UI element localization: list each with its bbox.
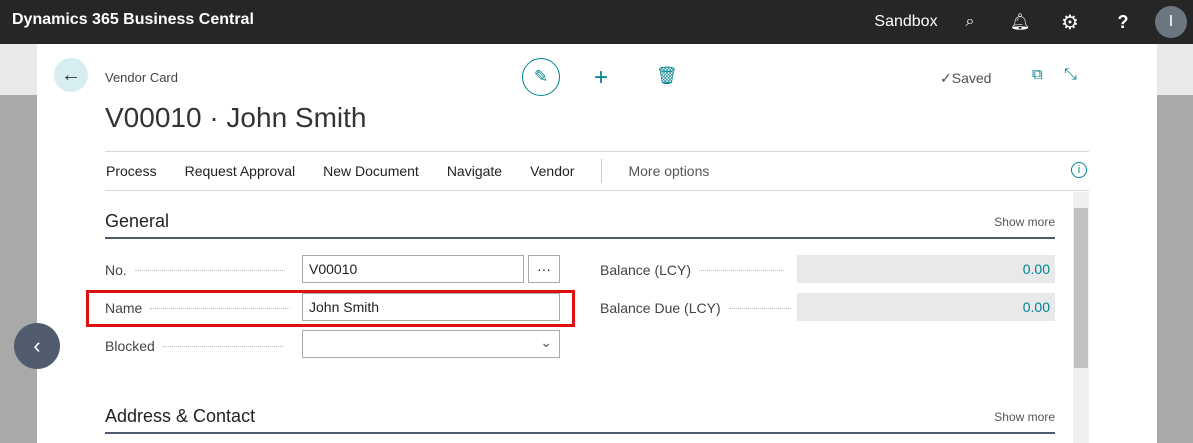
blocked-label: Blocked (105, 338, 283, 354)
breadcrumb: Vendor Card (105, 70, 178, 85)
label-text: Balance (LCY) (600, 262, 692, 278)
highlight-box (86, 290, 575, 327)
balance-due-value[interactable]: 0.00 (797, 293, 1055, 321)
dots (162, 345, 283, 347)
open-new-window-icon[interactable]: ⧉ (1032, 66, 1043, 83)
show-more-link[interactable]: Show more (994, 215, 1055, 229)
label-text: Blocked (105, 338, 155, 354)
dots (134, 269, 285, 271)
chevron-down-icon: ⌄ (540, 334, 552, 350)
vendor-card: ← Vendor Card V00010 · John Smith ✎ + 🗑︎… (37, 44, 1157, 443)
back-arrow-icon[interactable]: ← (54, 58, 88, 92)
app-title[interactable]: Dynamics 365 Business Central (12, 11, 254, 29)
action-navigate[interactable]: Navigate (447, 163, 502, 179)
trash-icon[interactable]: 🗑︎ (656, 66, 678, 86)
info-icon[interactable]: i (1071, 162, 1087, 178)
divider (601, 159, 603, 183)
more-options[interactable]: More options (628, 163, 709, 179)
action-process[interactable]: Process (106, 163, 157, 179)
action-request-approval[interactable]: Request Approval (185, 163, 296, 179)
page-title: V00010 · John Smith (105, 102, 367, 133)
edit-pencil-icon[interactable]: ✎ (522, 58, 560, 96)
assist-edit-button[interactable]: ··· (528, 255, 560, 283)
action-bar: Process Request Approval New Document Na… (105, 151, 1089, 191)
saved-status: ✓Saved (940, 70, 992, 86)
balance-label: Balance (LCY) (600, 262, 785, 278)
balance-due-label: Balance Due (LCY) (600, 300, 791, 316)
search-icon[interactable]: ⌕ (955, 0, 985, 44)
label-text: No. (105, 262, 127, 278)
scrollbar-thumb[interactable] (1074, 208, 1088, 368)
avatar[interactable]: I (1155, 6, 1187, 38)
blocked-select[interactable]: ⌄ (302, 330, 560, 358)
collapse-icon[interactable]: ⤡ (1064, 66, 1077, 84)
bell-icon[interactable]: 🔔︎ (1005, 0, 1035, 44)
dots (728, 307, 791, 309)
environment-label[interactable]: Sandbox (866, 0, 946, 44)
no-input[interactable]: V00010 (302, 255, 524, 283)
top-bar: Dynamics 365 Business Central Sandbox ⌕ … (0, 0, 1193, 44)
label-text: Balance Due (LCY) (600, 300, 721, 316)
show-more-link[interactable]: Show more (994, 410, 1055, 424)
action-vendor[interactable]: Vendor (530, 163, 574, 179)
plus-icon[interactable]: + (594, 64, 608, 92)
gear-icon[interactable]: ⚙ (1055, 0, 1085, 44)
action-new-document[interactable]: New Document (323, 163, 419, 179)
section-title[interactable]: General (105, 211, 169, 232)
balance-value[interactable]: 0.00 (797, 255, 1055, 283)
chevron-left-icon[interactable]: ‹ (14, 323, 60, 369)
no-label: No. (105, 262, 285, 278)
help-icon[interactable]: ? (1108, 0, 1138, 44)
section-title[interactable]: Address & Contact (105, 406, 255, 427)
section-address-contact: Address & Contact Show more (105, 400, 1055, 434)
dots (699, 269, 785, 271)
section-general: General Show more (105, 205, 1055, 239)
